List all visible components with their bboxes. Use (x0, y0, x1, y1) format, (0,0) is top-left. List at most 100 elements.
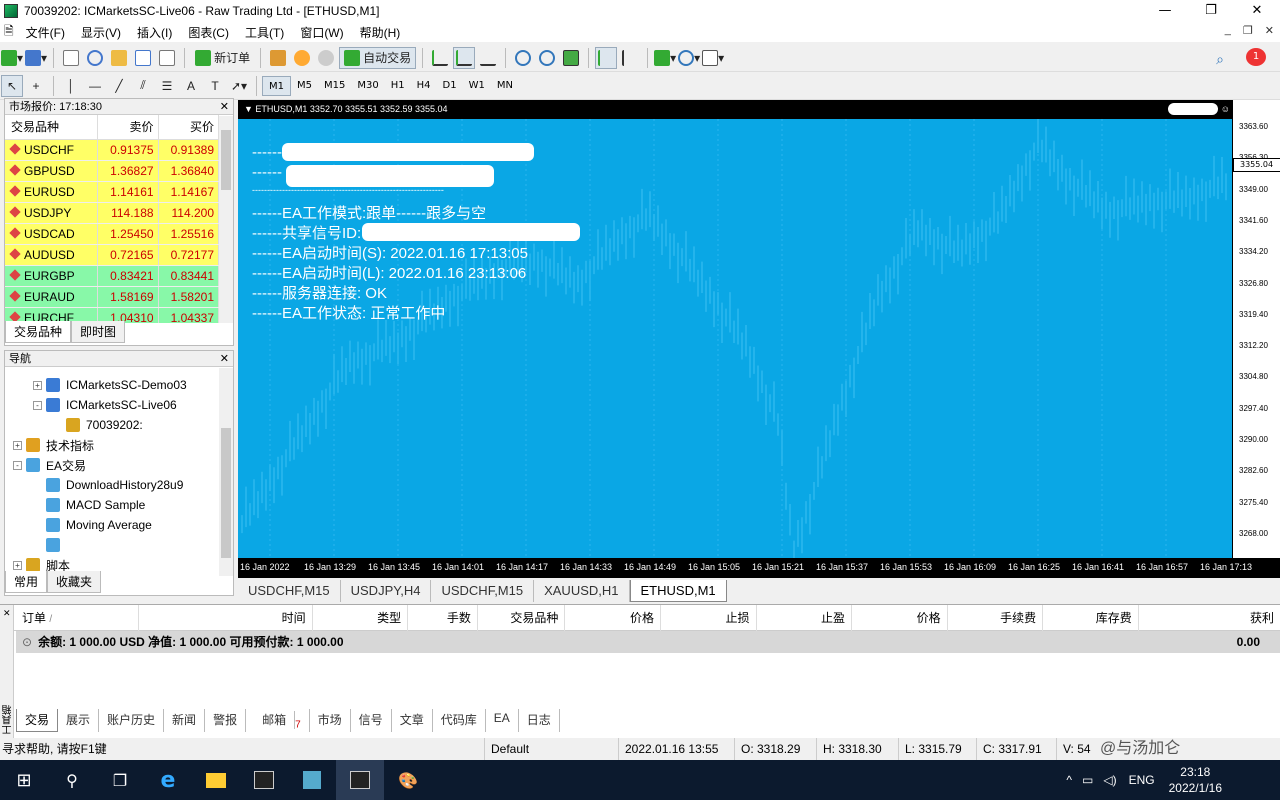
market-watch-row[interactable]: USDCAD 1.25450 1.25516 (5, 223, 219, 245)
volume-icon[interactable]: ◁) (1103, 773, 1116, 787)
tab-ea[interactable]: EA (486, 708, 519, 732)
market-watch-row[interactable]: USDCHF 0.91375 0.91389 (5, 139, 219, 161)
tf-h1[interactable]: H1 (385, 76, 411, 96)
tab-alerts[interactable]: 警报 (205, 708, 247, 732)
mt4-button-1[interactable] (240, 760, 288, 800)
navigator-item[interactable]: 70039202: (13, 415, 233, 435)
label-button[interactable]: T (204, 75, 226, 97)
channel-button[interactable]: ⫽ (132, 75, 154, 97)
tab-common[interactable]: 常用 (5, 571, 48, 593)
chart-tab[interactable]: USDCHF,M15 (238, 580, 341, 602)
tester-button[interactable] (156, 47, 178, 69)
close-icon[interactable]: ✕ (220, 99, 229, 115)
horizontal-line-button[interactable]: — (84, 75, 106, 97)
market-watch-row[interactable]: EURUSD 1.14161 1.14167 (5, 181, 219, 203)
notifications-badge[interactable]: 1 (1246, 48, 1266, 66)
bar-chart-button[interactable] (429, 47, 451, 69)
tf-m5[interactable]: M5 (291, 76, 318, 96)
start-button[interactable]: ⊞ (0, 760, 48, 800)
market-watch-row[interactable]: USDJPY 114.188 114.200 (5, 202, 219, 224)
close-icon[interactable]: ✕ (3, 609, 11, 619)
periods-button[interactable]: ▾ (678, 47, 700, 69)
search-button[interactable]: ⚲ (48, 760, 96, 800)
data-window-button[interactable] (84, 47, 106, 69)
tab-trade[interactable]: 交易 (16, 708, 59, 732)
tf-h4[interactable]: H4 (411, 76, 437, 96)
maximize-button[interactable]: ❐ (1188, 0, 1234, 22)
tab-signals[interactable]: 信号 (351, 708, 392, 732)
col-symbol[interactable]: 交易品种 (478, 604, 566, 631)
col-swap[interactable]: 库存费 (1043, 604, 1139, 631)
tray-chevron-icon[interactable]: ^ (1066, 773, 1072, 787)
col-order[interactable]: 订单 / (16, 604, 140, 631)
chart-tab[interactable]: USDJPY,H4 (341, 580, 432, 602)
line-chart-button[interactable] (477, 47, 499, 69)
mdi-minimize-icon[interactable]: _ (1225, 24, 1231, 37)
menu-view[interactable]: 显示(V) (73, 24, 129, 41)
market-watch-row[interactable]: EURAUD 1.58169 1.58201 (5, 286, 219, 308)
minimize-button[interactable]: — (1142, 0, 1188, 22)
navigator-item[interactable]: DownloadHistory28u9 (13, 475, 233, 495)
network-icon[interactable]: ▭ (1082, 773, 1093, 787)
tab-codebase[interactable]: 代码库 (433, 708, 486, 732)
terminal-button[interactable] (132, 47, 154, 69)
tab-market[interactable]: 市场 (310, 708, 351, 732)
tf-m1[interactable]: M1 (262, 75, 291, 96)
candle-chart-button[interactable] (453, 46, 476, 69)
chart-window[interactable]: ▼ ETHUSD,M1 3352.70 3355.51 3352.59 3355… (238, 100, 1280, 578)
templates-button[interactable]: ▾ (702, 47, 724, 69)
time-axis[interactable]: 16 Jan 2022 16 Jan 13:29 16 Jan 13:45 16 Ja… (238, 558, 1280, 578)
col-type[interactable]: 类型 (313, 604, 409, 631)
tf-mn[interactable]: MN (491, 76, 519, 96)
tf-m15[interactable]: M15 (318, 76, 351, 96)
zoom-in-button[interactable] (512, 47, 534, 69)
vps-button[interactable] (315, 47, 337, 69)
tab-mailbox[interactable]: 邮箱 7 (246, 708, 310, 732)
mdi-close-icon[interactable]: ✕ (1265, 24, 1274, 37)
expand-toggle[interactable]: + (13, 560, 22, 570)
profiles-button[interactable]: ▾ (25, 47, 47, 69)
search-button[interactable]: ⌕ (1209, 48, 1231, 70)
new-order-button[interactable]: 新订单 (191, 47, 254, 69)
auto-trading-button[interactable]: 自动交易 (339, 46, 417, 69)
navigator-scrollbar[interactable] (219, 368, 233, 576)
chart-shift-button[interactable] (619, 47, 641, 69)
tab-tick-chart[interactable]: 即时图 (71, 321, 126, 343)
tf-d1[interactable]: D1 (437, 76, 463, 96)
col-profit[interactable]: 获利 (1139, 605, 1280, 631)
mt4-button-2[interactable] (336, 760, 384, 800)
col-commission[interactable]: 手续费 (948, 604, 1044, 631)
clock[interactable]: 23:18 2022/1/16 (1169, 764, 1222, 796)
menu-tools[interactable]: 工具(T) (237, 24, 292, 41)
expand-toggle[interactable]: - (13, 460, 22, 470)
auto-scroll-button[interactable] (595, 46, 618, 69)
close-icon[interactable]: ✕ (220, 351, 229, 367)
col-lots[interactable]: 手数 (408, 604, 478, 631)
expand-toggle[interactable]: - (33, 400, 42, 410)
tf-m30[interactable]: M30 (351, 76, 384, 96)
chart-tab[interactable]: XAUUSD,H1 (534, 580, 630, 602)
col-price[interactable]: 价格 (565, 604, 661, 631)
navigator-item[interactable]: + ICMarketsSC-Demo03 (13, 375, 233, 395)
menu-file[interactable]: 文件(F) (18, 24, 73, 41)
tf-w1[interactable]: W1 (463, 76, 491, 96)
metaeditor-button[interactable] (267, 47, 289, 69)
col-symbol[interactable]: 交易品种 (5, 115, 99, 140)
col-bid[interactable]: 卖价 (97, 115, 159, 140)
trendline-button[interactable]: ╱ (108, 75, 130, 97)
chart-tab-active[interactable]: ETHUSD,M1 (629, 580, 727, 602)
new-chart-button[interactable]: ▾ (1, 47, 23, 69)
tab-journal[interactable]: 日志 (519, 708, 560, 732)
app-button[interactable] (288, 760, 336, 800)
navigator-item[interactable]: + 技术指标 (13, 435, 233, 455)
explorer-button[interactable] (192, 760, 240, 800)
balance-row[interactable]: ⊙ 余额: 1 000.00 USD 净值: 1 000.00 可用预付款: 1 … (16, 631, 1280, 653)
vertical-line-button[interactable]: │ (60, 75, 82, 97)
menu-chart[interactable]: 图表(C) (180, 24, 237, 41)
chart-tab[interactable]: USDCHF,M15 (431, 580, 535, 602)
zoom-out-button[interactable] (536, 47, 558, 69)
cursor-button[interactable]: ↖ (1, 74, 23, 97)
expand-toggle[interactable]: + (13, 440, 22, 450)
navigator-item[interactable]: Moving Average (13, 515, 233, 535)
col-ask[interactable]: 买价 (158, 115, 219, 140)
